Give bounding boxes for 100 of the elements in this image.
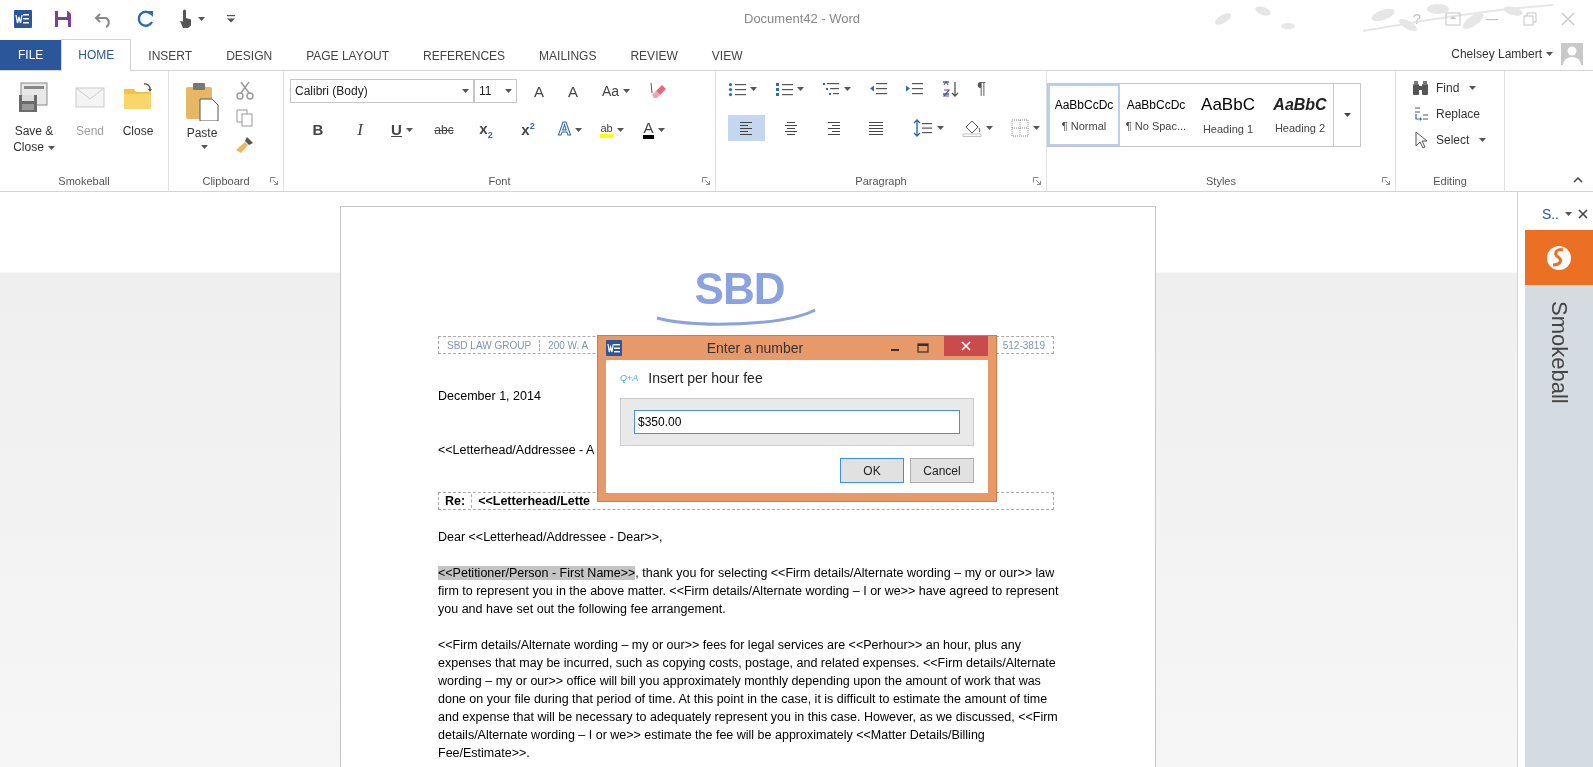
value-input-field[interactable]: $350.00 — [634, 410, 960, 434]
ribbon-tab[interactable]: PAGE LAYOUT — [289, 40, 407, 71]
align-justify-icon — [868, 120, 885, 136]
dialog-launcher-icon[interactable] — [1382, 177, 1390, 185]
show-formatting-button[interactable]: ¶ — [977, 79, 987, 99]
caret-icon — [797, 87, 804, 91]
style-option[interactable]: AaBbC Heading 2 — [1264, 84, 1333, 146]
app-icon — [606, 340, 622, 356]
dialog-launcher-icon[interactable] — [270, 177, 278, 185]
ribbon-button[interactable]: Select — [1412, 131, 1498, 149]
ribbon-tab[interactable]: DESIGN — [209, 40, 290, 71]
ribbon-tab[interactable]: VIEW — [694, 40, 760, 71]
style-preview: AaBbCcDc — [1126, 98, 1186, 112]
numbering-button[interactable] — [775, 81, 804, 97]
style-preview: AaBbC — [1201, 95, 1255, 115]
paintbrush-icon[interactable] — [235, 135, 255, 155]
borders-button[interactable] — [1011, 119, 1040, 137]
style-option[interactable]: AaBbCcDc ¶ No Spac... — [1120, 84, 1192, 146]
ribbon-tab[interactable]: REFERENCES — [406, 40, 523, 71]
ribbon-tab[interactable]: MAILINGS — [522, 40, 614, 71]
touch-mode-button[interactable] — [178, 8, 205, 29]
re-label: Re: — [439, 494, 473, 508]
scissors-icon[interactable] — [235, 81, 255, 101]
caret-icon — [1546, 51, 1553, 56]
line-spacing-button[interactable] — [913, 119, 944, 137]
binoculars-icon — [1412, 79, 1430, 97]
font-name-field[interactable]: Calibri (Body) — [290, 79, 474, 103]
dialog-launcher-icon[interactable] — [1033, 177, 1041, 185]
underline-button[interactable]: U — [382, 121, 422, 138]
group-label: Smokeball — [58, 175, 110, 187]
sort-icon[interactable] — [941, 80, 959, 98]
bold-button[interactable]: B — [298, 121, 338, 138]
bullets-button[interactable] — [728, 81, 757, 97]
save-icon[interactable] — [54, 9, 72, 28]
group-label: Font — [488, 175, 511, 187]
maximize-icon[interactable] — [916, 341, 930, 355]
file-tab[interactable]: FILE — [0, 40, 62, 70]
increase-indent-icon[interactable] — [905, 81, 923, 97]
qa-tag: Q+A — [620, 373, 639, 383]
caret-icon — [750, 87, 757, 91]
addressee-text: <<Letterhead/Addressee - A — [438, 442, 595, 459]
caret-icon — [198, 16, 205, 21]
ribbon-tab[interactable]: HOME — [61, 39, 132, 71]
pane-title: S.. — [1541, 206, 1559, 222]
letterhead-text: SBD LAW GROUP — [439, 339, 541, 351]
change-case-button[interactable]: Aa — [595, 83, 638, 99]
style-name: Heading 1 — [1202, 123, 1254, 135]
dialog-button[interactable]: Cancel — [910, 458, 974, 483]
line-spacing-icon — [913, 119, 933, 137]
shading-button[interactable] — [962, 119, 993, 137]
ribbon-button[interactable]: Replace — [1412, 105, 1498, 123]
collapse-ribbon-icon[interactable] — [1573, 177, 1583, 183]
body-paragraph: <<Firm details/Alternate wording – my or our>> fees for legal services are <<Perhour>> an hour, plus any expenses that may be incurred, such as copying costs, postage, and related expenses. <<Firm details/Alternate wording – my or our>> office will bill you approximately monthly depending upon the amount of work that was done on your file during that period of time. At this point in the case, it is difficult to estimate the amount of time and expense that will be necessary to adequately represent you in this case. However, as we discussed, <<Firm details/Alternate wording – I or we>> estimate the fee will be approximately <<Matter Details/Billing Fee/Estimate>>. — [438, 637, 1059, 762]
ribbon-tab[interactable]: REVIEW — [613, 40, 695, 71]
app-icon[interactable] — [14, 9, 32, 28]
subscript-button[interactable]: x$_{2}$ — [466, 119, 506, 140]
ribbon-button[interactable]: Save & Close — [2, 79, 66, 157]
dialog-launcher-icon[interactable] — [702, 177, 710, 185]
re-text: <<Letterhead/Lette — [477, 494, 591, 508]
superscript-button[interactable]: x$^{2}$ — [508, 121, 548, 138]
strikethrough-button[interactable]: abc — [424, 122, 464, 137]
caret-icon — [462, 89, 469, 93]
style-preview: AaBbCcDc — [1054, 98, 1114, 112]
dialog-button[interactable]: OK — [840, 458, 904, 483]
logo-text: SBD — [694, 268, 785, 310]
style-name: Heading 2 — [1274, 122, 1326, 134]
style-option[interactable]: AaBbCcDc ¶ Normal — [1048, 84, 1120, 146]
caret-icon — [986, 126, 993, 130]
multilevel-list-button[interactable] — [822, 81, 851, 97]
ribbon-button[interactable]: Close — [114, 79, 162, 141]
window-title: Document42 - Word — [743, 11, 862, 26]
close-button[interactable] — [944, 336, 988, 356]
caret-icon — [1343, 113, 1351, 117]
style-name: ¶ No Spac... — [1125, 120, 1187, 132]
paste-button[interactable]: Paste — [175, 79, 229, 149]
group-label: Clipboard — [202, 175, 250, 187]
grow-font-button[interactable]: A — [527, 82, 551, 100]
close-icon[interactable] — [1578, 209, 1588, 219]
redo-icon[interactable] — [136, 8, 156, 29]
style-option[interactable]: AaBbC Heading 1 — [1192, 84, 1264, 146]
shrink-font-button[interactable]: A — [561, 82, 586, 100]
save-and-close-icon — [18, 81, 50, 113]
borders-icon — [1011, 119, 1029, 137]
align-left-button[interactable] — [728, 115, 766, 141]
pane-label: Smokeball — [1546, 301, 1572, 406]
user-menu[interactable]: Chelsey Lambert — [1451, 46, 1553, 61]
caret-icon — [1033, 126, 1040, 130]
text-effects-button[interactable]: A — [550, 119, 590, 140]
decrease-indent-icon[interactable] — [869, 81, 887, 97]
caret-icon — [623, 89, 631, 93]
font-size-field[interactable]: 11 — [474, 79, 517, 103]
customize-toolbar-icon[interactable] — [227, 14, 235, 23]
ribbon-button[interactable]: Find — [1412, 79, 1498, 97]
caret-icon — [1565, 212, 1572, 216]
eraser-icon[interactable] — [647, 81, 668, 101]
italic-button[interactable]: I — [340, 119, 380, 140]
ribbon-tab[interactable]: INSERT — [131, 40, 210, 71]
highlight-button[interactable]: ab — [592, 121, 632, 138]
font-color-button[interactable]: A — [634, 120, 674, 139]
cursor-icon — [1412, 131, 1430, 149]
